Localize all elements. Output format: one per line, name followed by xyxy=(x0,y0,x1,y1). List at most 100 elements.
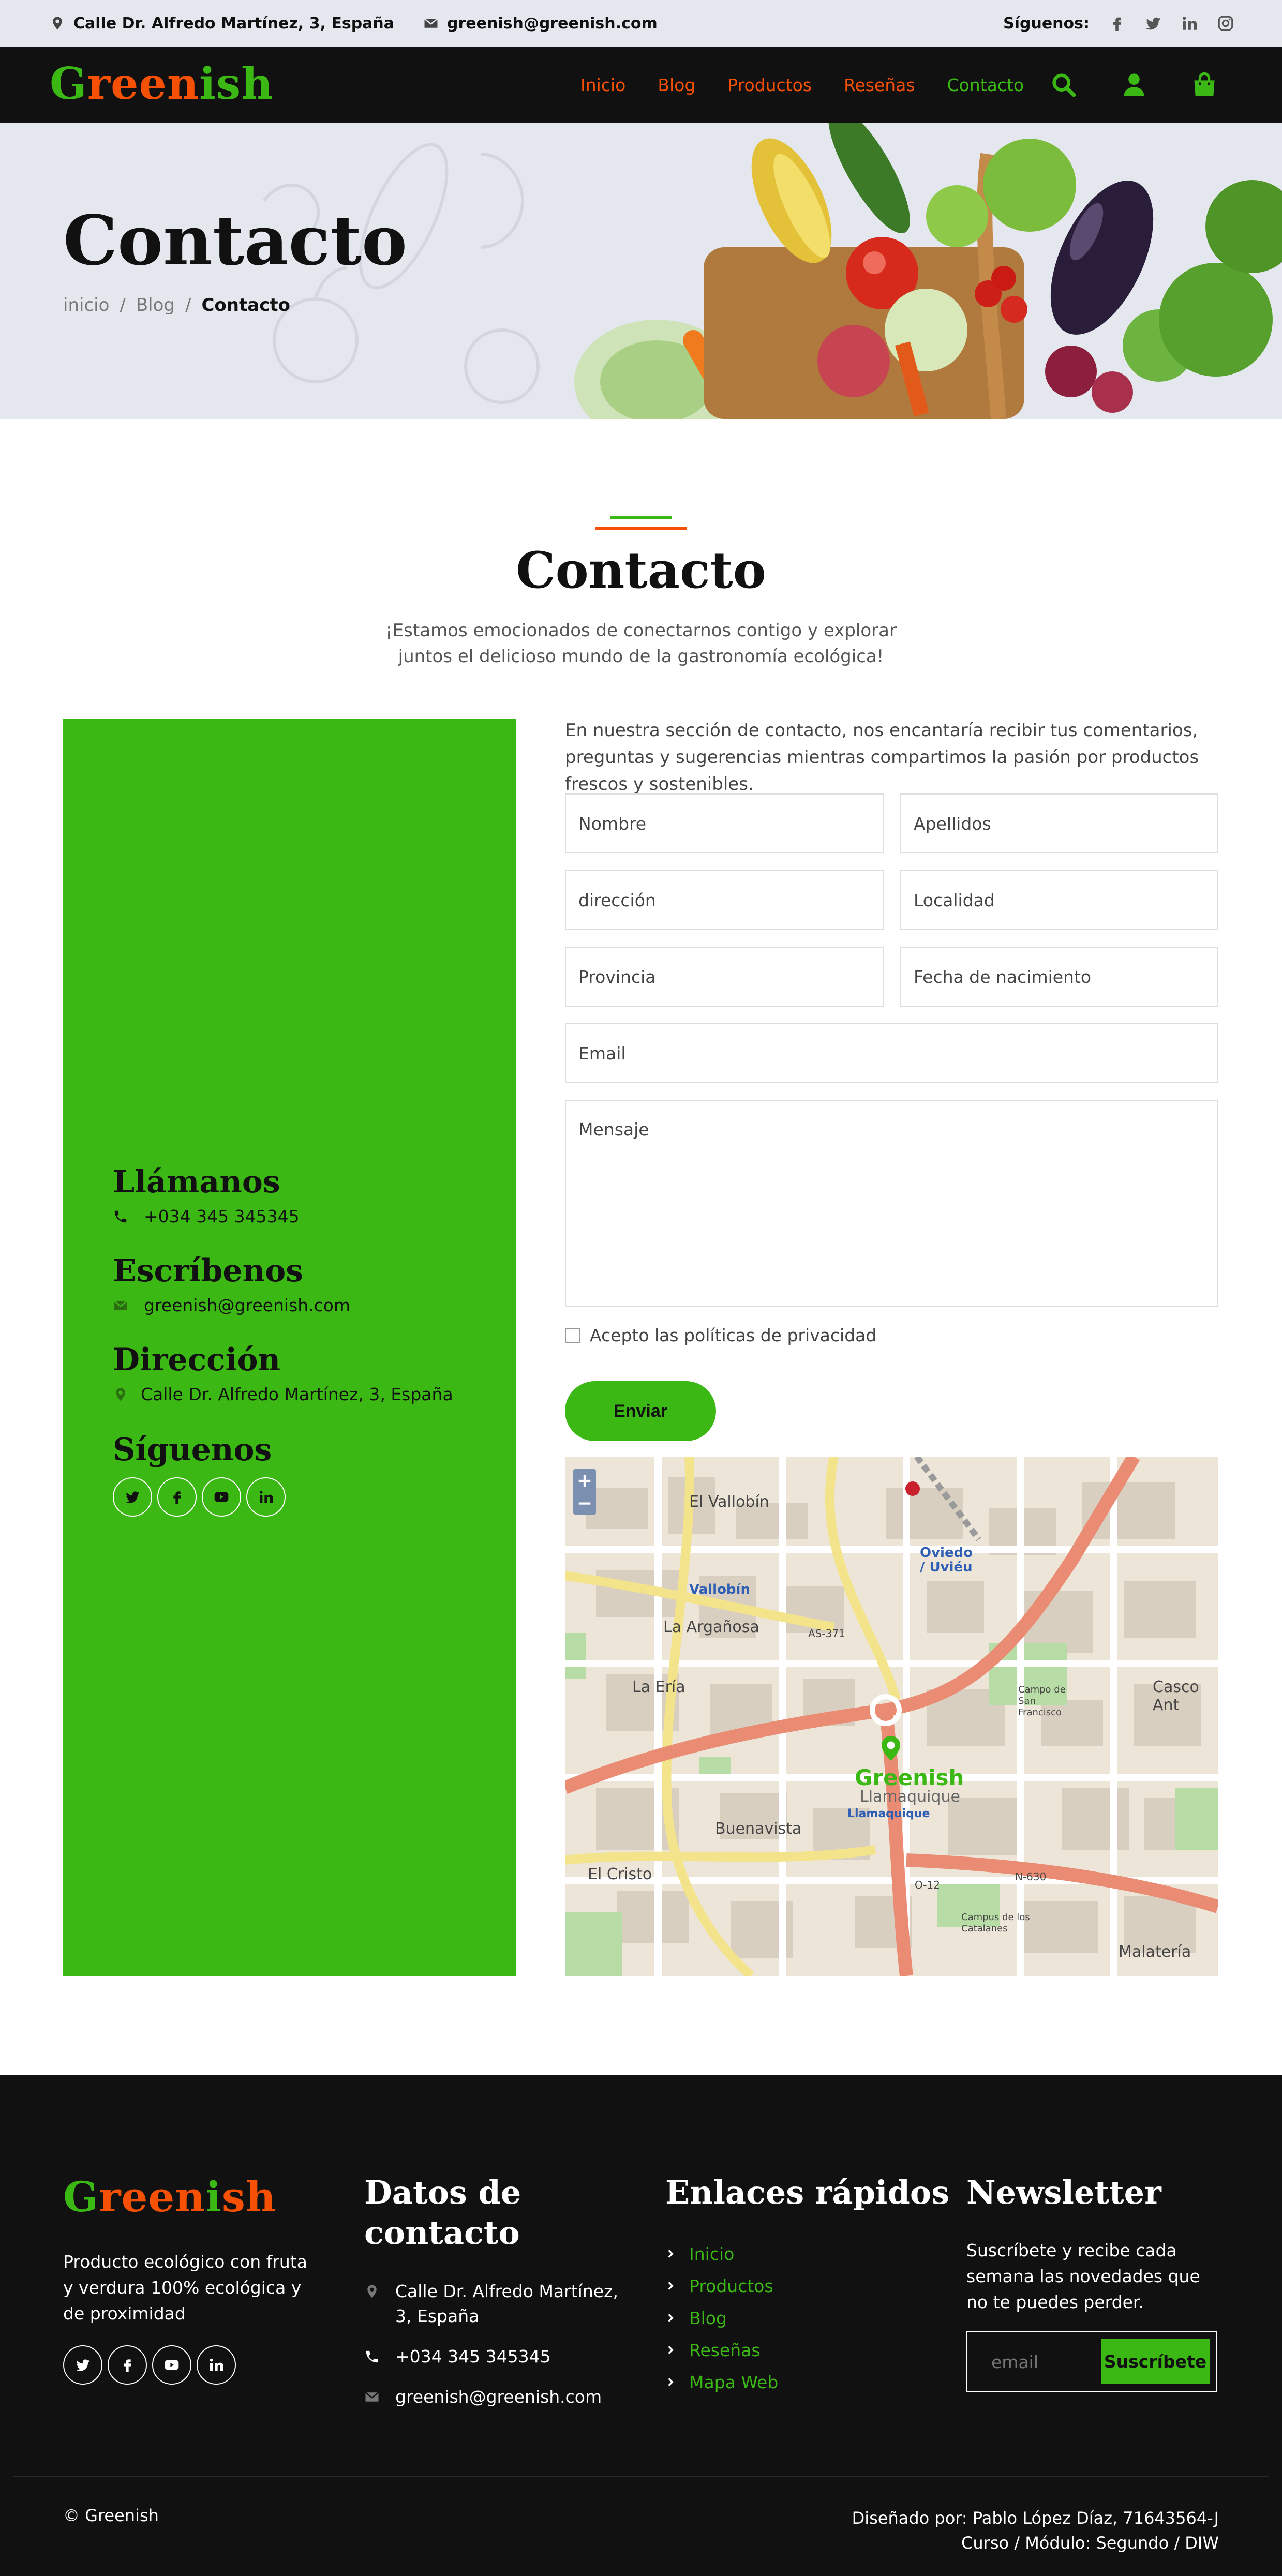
localidad-input[interactable]: Localidad xyxy=(900,870,1218,930)
map-zoom-in-button[interactable]: + xyxy=(573,1469,596,1492)
submit-button[interactable]: Enviar xyxy=(565,1381,716,1441)
map-label: Campus de los Catalanes xyxy=(961,1912,1030,1934)
map-tiles xyxy=(565,1457,1218,1976)
section-subtitle: ¡Estamos emocionados de conectarnos cont… xyxy=(385,620,897,667)
search-icon[interactable] xyxy=(1050,71,1077,98)
map-label: Buenavista xyxy=(715,1820,802,1838)
youtube-button[interactable] xyxy=(202,1477,241,1517)
follow-block: Síguenos xyxy=(113,1432,286,1517)
facebook-icon[interactable] xyxy=(1108,14,1126,32)
facebook-button[interactable] xyxy=(157,1477,197,1517)
footer-contact-title: Datos de contacto xyxy=(364,2174,521,2252)
map-marker-icon[interactable] xyxy=(882,1736,900,1761)
phone-icon xyxy=(366,2350,378,2363)
email-input[interactable]: Email xyxy=(565,1023,1218,1083)
breadcrumb-separator: / xyxy=(185,295,191,316)
address-title: Dirección xyxy=(113,1342,281,1378)
topbar-address-text: Calle Dr. Alfredo Martínez, 3, España xyxy=(73,14,395,33)
footer-link-inicio[interactable]: Inicio xyxy=(665,2238,955,2270)
instagram-icon[interactable] xyxy=(1217,14,1234,32)
title-decoration-orange xyxy=(595,527,687,530)
linkedin-button[interactable] xyxy=(246,1477,286,1517)
direccion-input[interactable]: dirección xyxy=(565,870,884,930)
twitter-button[interactable] xyxy=(113,1477,152,1517)
footer-linkedin-button[interactable] xyxy=(197,2345,236,2385)
map-label: AS-371 xyxy=(808,1627,845,1640)
footer-link-blog[interactable]: Blog xyxy=(665,2302,955,2334)
footer-logo[interactable]: Greenish xyxy=(63,2173,276,2221)
map-label: El Cristo xyxy=(588,1865,652,1883)
newsletter-subscribe-button[interactable]: Suscríbete xyxy=(1101,2339,1210,2384)
envelope-icon xyxy=(424,18,438,28)
twitter-icon xyxy=(125,1491,140,1503)
facebook-icon xyxy=(173,1491,181,1504)
newsletter-form: Suscríbete xyxy=(966,2331,1217,2392)
page-hero: Contacto inicio / Blog / Contacto xyxy=(0,123,1282,419)
topbar-email[interactable]: greenish@greenish.com xyxy=(423,14,658,33)
fecha-nacimiento-input[interactable]: Fecha de nacimiento xyxy=(900,947,1218,1007)
footer-email[interactable]: greenish@greenish.com xyxy=(395,2385,602,2409)
footer-facebook-button[interactable] xyxy=(108,2345,147,2385)
address-text: Calle Dr. Alfredo Martínez, 3, España xyxy=(141,1384,453,1404)
privacy-label: Acepto las políticas de privacidad xyxy=(590,1325,877,1345)
nav-menu: Inicio Blog Productos Reseñas Contacto xyxy=(580,47,1024,123)
footer-youtube-button[interactable] xyxy=(152,2345,191,2385)
footer-contact: Datos de contacto Calle Dr. Alfredo Mart… xyxy=(364,2173,633,2409)
envelope-icon xyxy=(365,2392,379,2402)
write-email[interactable]: greenish@greenish.com xyxy=(144,1295,350,1315)
section-title: Contacto xyxy=(516,541,766,600)
footer-description: Producto ecológico con fruta y verdura 1… xyxy=(63,2252,307,2324)
footer-link-productos[interactable]: Productos xyxy=(665,2270,955,2302)
newsletter-email-input[interactable] xyxy=(978,2347,1097,2376)
follow-title: Síguenos xyxy=(113,1432,272,1468)
address-block: Dirección Calle Dr. Alfredo Martínez, 3,… xyxy=(113,1342,453,1404)
topbar-email-text: greenish@greenish.com xyxy=(447,14,658,33)
call-title: Llámanos xyxy=(113,1164,280,1200)
breadcrumb-inicio[interactable]: inicio xyxy=(63,295,109,316)
footer-twitter-button[interactable] xyxy=(63,2345,102,2385)
footer-link-mapa-web[interactable]: Mapa Web xyxy=(665,2366,955,2398)
location-map[interactable]: + − El Vallobín Oviedo / Uviéu Vallobín … xyxy=(565,1457,1218,1976)
footer-link-resenas[interactable]: Reseñas xyxy=(665,2334,955,2366)
twitter-icon[interactable] xyxy=(1144,14,1162,32)
nav-item-blog[interactable]: Blog xyxy=(658,75,695,95)
page-title: Contacto xyxy=(63,201,407,281)
map-label: Oviedo / Uviéu xyxy=(920,1545,973,1575)
apellidos-input[interactable]: Apellidos xyxy=(900,793,1218,853)
contact-info-panel: Llámanos +034 345 345345 Escríbenos gree… xyxy=(63,719,516,1976)
chevron-right-icon xyxy=(668,2346,674,2354)
chevron-right-icon xyxy=(668,2378,674,2386)
call-phone[interactable]: +034 345 345345 xyxy=(144,1206,300,1226)
logo[interactable]: Greenish xyxy=(50,58,273,109)
map-label: Campo de San Francisco xyxy=(1018,1684,1066,1718)
footer-phone[interactable]: +034 345 345345 xyxy=(395,2344,551,2369)
map-zoom-out-button[interactable]: − xyxy=(573,1492,596,1515)
envelope-icon xyxy=(113,1300,128,1310)
copyright: © Greenish xyxy=(63,2506,159,2525)
breadcrumb-current: Contacto xyxy=(201,295,290,316)
linkedin-icon[interactable] xyxy=(1181,14,1198,32)
privacy-checkbox[interactable] xyxy=(565,1327,580,1343)
newsletter-title: Newsletter xyxy=(966,2174,1161,2211)
nav-item-resenas[interactable]: Reseñas xyxy=(844,75,915,95)
write-block: Escríbenos greenish@greenish.com xyxy=(113,1253,350,1315)
map-label: Llamaquique xyxy=(860,1788,960,1806)
footer-newsletter: Newsletter Suscríbete y recibe cada sema… xyxy=(966,2173,1225,2315)
shopping-bag-icon[interactable] xyxy=(1191,71,1218,98)
nav-item-inicio[interactable]: Inicio xyxy=(580,75,625,95)
privacy-checkbox-row[interactable]: Acepto las políticas de privacidad xyxy=(565,1325,876,1345)
nav-item-productos[interactable]: Productos xyxy=(727,75,812,95)
mensaje-textarea[interactable]: Mensaje xyxy=(565,1100,1218,1307)
breadcrumb-blog[interactable]: Blog xyxy=(136,295,175,316)
map-marker-label[interactable]: Greenish xyxy=(855,1765,964,1790)
nombre-input[interactable]: Nombre xyxy=(565,793,884,853)
footer-credit: Diseñado por: Pablo López Díaz, 71643564… xyxy=(852,2506,1219,2555)
user-icon[interactable] xyxy=(1121,71,1147,98)
map-label: El Vallobín xyxy=(689,1493,769,1511)
site-footer: Greenish Producto ecológico con fruta y … xyxy=(0,2075,1282,2576)
provincia-input[interactable]: Provincia xyxy=(565,947,884,1007)
footer-about: Producto ecológico con fruta y verdura 1… xyxy=(63,2249,311,2385)
linkedin-icon xyxy=(259,1490,273,1503)
nav-item-contacto[interactable]: Contacto xyxy=(947,75,1024,95)
map-label: Llamaquique xyxy=(847,1807,930,1820)
